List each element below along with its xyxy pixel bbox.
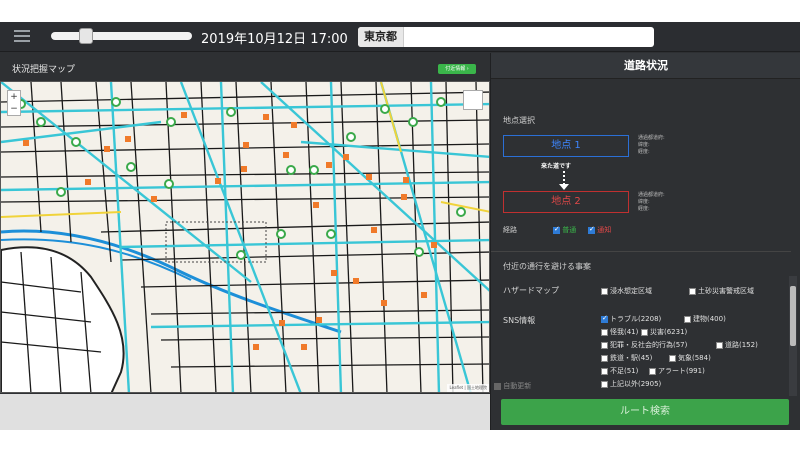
zoom-out-button[interactable]: − [8, 103, 20, 115]
nearby-info-button[interactable]: 付近情報 › [438, 64, 476, 74]
route-label: 経路 [503, 226, 517, 234]
checkbox-icon[interactable] [689, 287, 696, 295]
route-normal-checkbox[interactable]: 普通 [553, 225, 576, 235]
auto-update-toggle[interactable]: 自動更新 [494, 381, 531, 391]
sns-injury-checkbox[interactable]: 怪我(41) [601, 327, 638, 337]
panel-title: 道路状況 [491, 53, 800, 79]
arrow-note: 来た道です [541, 163, 572, 170]
time-slider-thumb[interactable] [79, 28, 93, 44]
checkbox-icon[interactable] [601, 367, 608, 375]
map-attribution: Leaflet | 国土地理院 [447, 384, 489, 392]
datetime-display: 2019年10月12日 17:00 [201, 32, 348, 47]
hazard-flood-checkbox[interactable]: 浸水想定区域 [601, 286, 652, 296]
map-title: 状況把握マップ [12, 65, 76, 75]
sns-weather-checkbox[interactable]: 気象(584) [669, 353, 711, 363]
scrollbar-thumb[interactable] [790, 286, 796, 346]
checkbox-icon[interactable] [641, 328, 648, 336]
arrow-down-icon [563, 171, 565, 185]
checkbox-icon[interactable] [553, 225, 560, 234]
checkbox-icon[interactable] [669, 354, 676, 362]
checkbox-icon[interactable] [588, 225, 595, 234]
sns-road-checkbox[interactable]: 道路(152) [716, 340, 758, 350]
top-bar: 2019年10月12日 17:00 東京都 [0, 22, 800, 52]
point2-info: 通過都道府: 緯度: 経度: [638, 192, 665, 212]
panel-scrollbar[interactable] [789, 276, 797, 396]
hazard-map-label: ハザードマップ [503, 286, 559, 295]
divider [491, 251, 791, 252]
zoom-in-button[interactable]: + [8, 91, 20, 103]
sns-info-label: SNS情報 [503, 316, 536, 325]
checkbox-icon[interactable] [649, 367, 656, 375]
sns-other-checkbox[interactable]: 上記以外(2905) [601, 379, 661, 389]
route-notify-checkbox[interactable]: 通知 [588, 225, 611, 235]
sns-crime-checkbox[interactable]: 犯罪・反社会的行為(57) [601, 340, 687, 350]
map-canvas [1, 82, 489, 392]
layers-icon[interactable] [463, 90, 483, 110]
sns-alert-checkbox[interactable]: アラート(991) [649, 366, 705, 376]
checkbox-icon[interactable] [601, 380, 608, 388]
sns-building-checkbox[interactable]: 建物(400) [684, 314, 726, 324]
sns-disaster-checkbox[interactable]: 災害(6231) [641, 327, 687, 337]
hamburger-menu-icon[interactable] [14, 30, 30, 42]
checkbox-icon[interactable] [601, 341, 608, 349]
avoid-section-label: 付近の通行を避ける事案 [503, 262, 591, 271]
hazard-landslide-checkbox[interactable]: 土砂災害警戒区域 [689, 286, 754, 296]
checkbox-icon[interactable] [601, 314, 608, 323]
checkbox-icon[interactable] [716, 341, 723, 349]
sns-railway-checkbox[interactable]: 鉄道・駅(45) [601, 353, 652, 363]
checkbox-icon[interactable] [601, 287, 608, 295]
prefecture-select[interactable]: 東京都 [358, 27, 654, 47]
sns-trouble-checkbox[interactable]: トラブル(2208) [601, 314, 661, 324]
route-search-button[interactable]: ルート検索 [501, 399, 789, 425]
checkbox-icon[interactable] [494, 382, 501, 390]
checkbox-icon[interactable] [684, 315, 691, 323]
map-header: 状況把握マップ 付近情報 › [0, 53, 490, 81]
checkbox-icon[interactable] [601, 354, 608, 362]
sns-shortage-checkbox[interactable]: 不足(51) [601, 366, 638, 376]
point1-button[interactable]: 地点 1 [503, 135, 629, 157]
app-frame: 2019年10月12日 17:00 東京都 状況把握マップ 付近情報 › + −… [0, 22, 800, 430]
point-section-label: 地点選択 [503, 116, 535, 125]
point2-button[interactable]: 地点 2 [503, 191, 629, 213]
point1-info: 通過都道府: 緯度: 経度: [638, 135, 665, 155]
map-view[interactable]: + − Leaflet | 国土地理院 [0, 81, 490, 393]
map-zoom-control[interactable]: + − [7, 90, 21, 116]
road-status-panel: 道路状況 地点選択 地点 1 通過都道府: 緯度: 経度: 来た道です 地点 2… [490, 53, 800, 430]
map-footer [0, 394, 490, 430]
time-slider[interactable] [51, 28, 192, 44]
checkbox-icon[interactable] [601, 328, 608, 336]
arrow-head-icon [559, 184, 569, 190]
prefecture-label: 東京都 [358, 27, 404, 47]
